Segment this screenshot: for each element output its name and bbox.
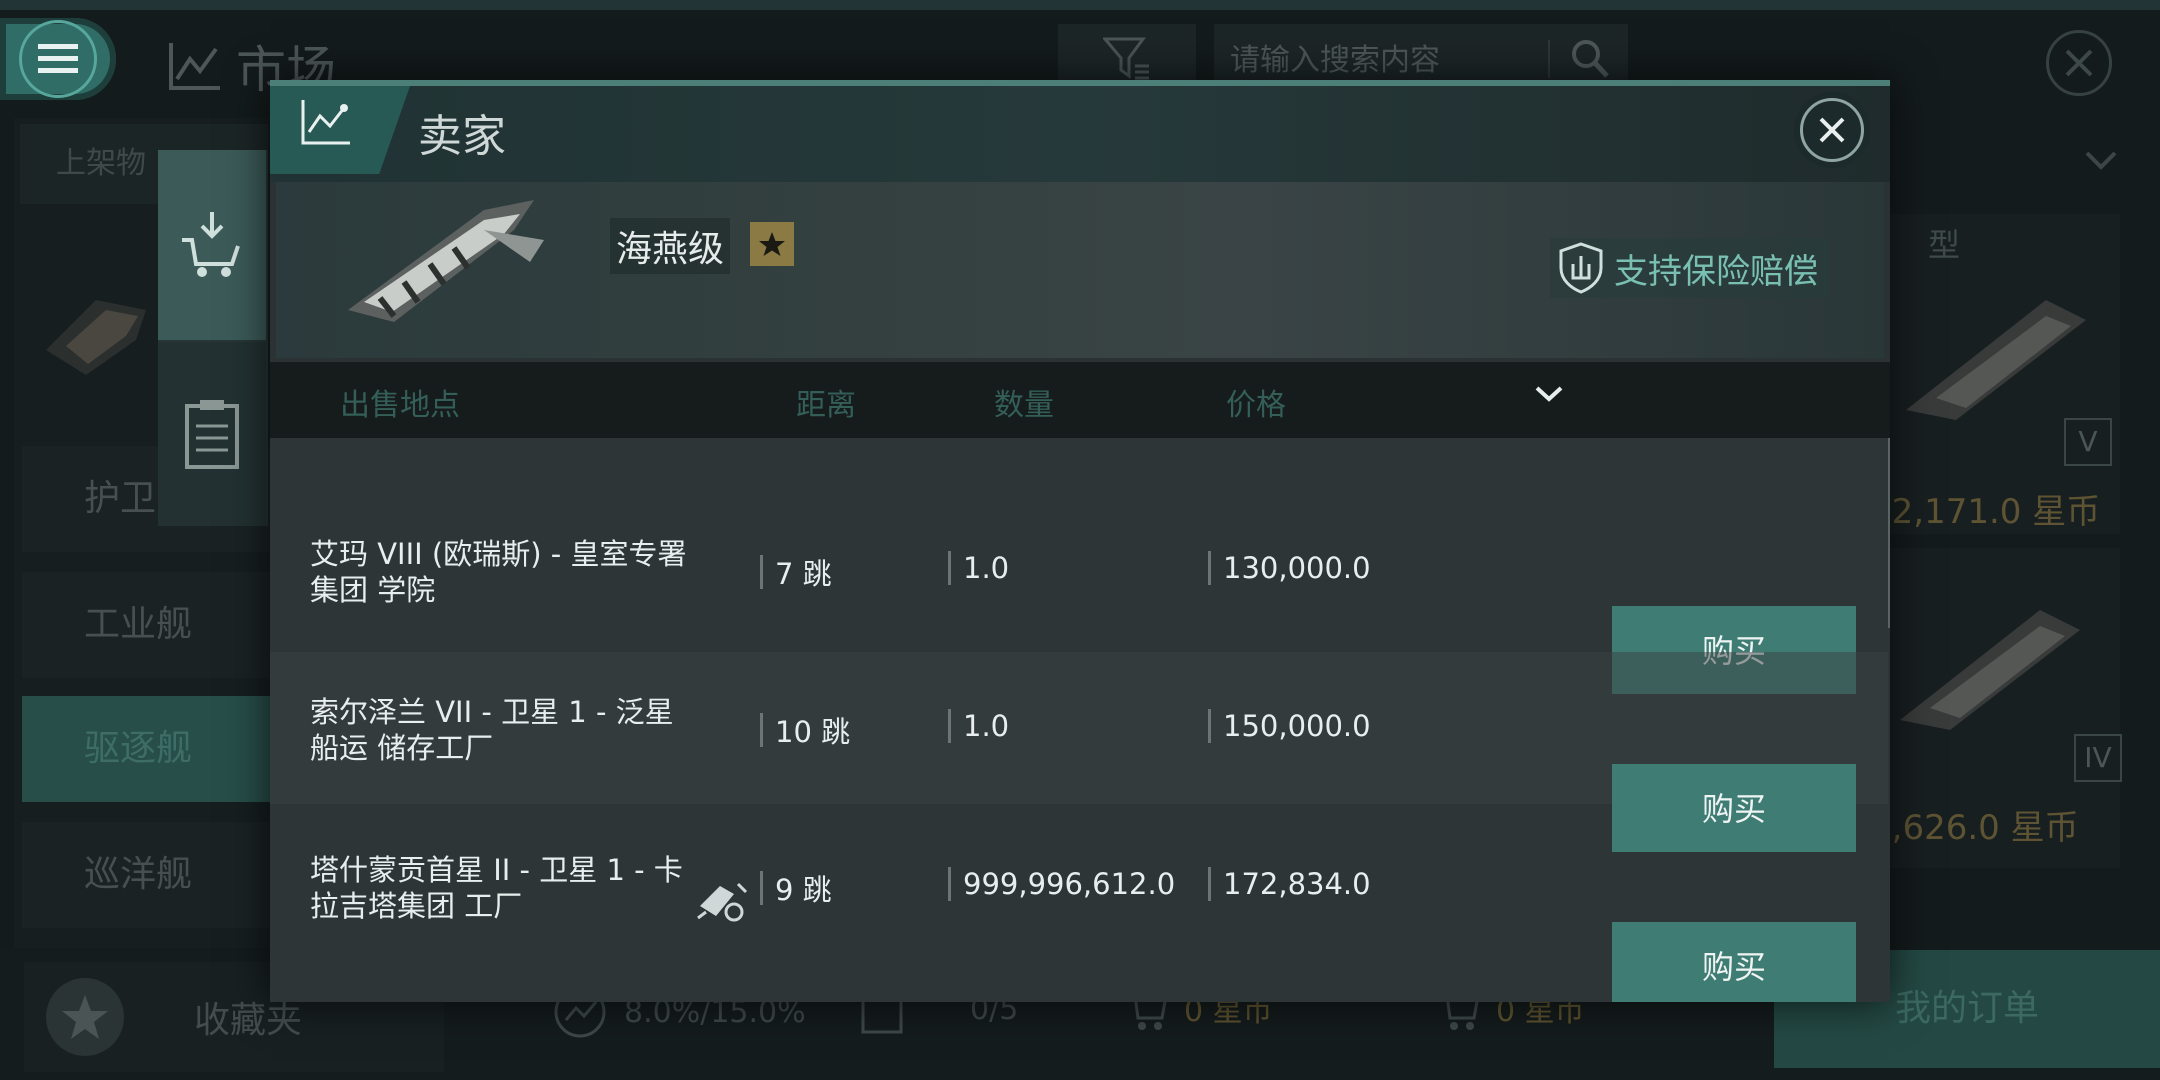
category-item-cruiser[interactable]: 巡洋舰 (22, 822, 270, 928)
ship-image (348, 200, 544, 322)
dialog-header (270, 86, 1890, 182)
row-quantity: 1.0 (948, 551, 1009, 585)
filter-icon (1103, 37, 1149, 80)
top-strip (0, 0, 2160, 10)
table-row: 索尔泽兰 VII - 卫星 1 - 泛星船运 储存工厂 10 跳 1.0 150… (270, 652, 1888, 852)
category-item-industrial[interactable]: 工业舰 (22, 572, 270, 678)
close-icon (2065, 49, 2093, 77)
tab-buy[interactable] (158, 150, 266, 340)
row-distance: 9 跳 (760, 867, 832, 909)
cart-download-icon (182, 212, 240, 277)
chevron-down-icon[interactable] (1534, 384, 1564, 404)
table-row: 艾玛 VIII (欧瑞斯) - 皇室专署集团 学院 7 跳 1.0 130,00… (270, 496, 1888, 694)
column-quantity[interactable]: 数量 (994, 380, 1054, 424)
table-header (270, 362, 1890, 438)
star-icon (759, 232, 785, 256)
seller-dialog: 卖家 海燕级 支持保险赔偿 出售地点 距离 数量 价格 艾玛 VIII (欧瑞斯… (270, 80, 1890, 1002)
column-location: 出售地点 (340, 388, 460, 423)
row-distance: 10 跳 (760, 709, 850, 751)
row-price: 130,000.0 (1208, 551, 1371, 585)
ship-price: 0,626.0 星币 (1870, 808, 2079, 848)
ship-price: 72,171.0 星币 (1870, 492, 2101, 532)
row-price: 172,834.0 (1208, 867, 1371, 901)
chart-icon (301, 100, 350, 145)
tier-badge: V (2064, 418, 2112, 466)
market-close-button[interactable] (2046, 30, 2112, 96)
close-icon (1819, 117, 1845, 143)
menu-button[interactable] (0, 18, 116, 100)
tab-orders[interactable] (158, 342, 266, 526)
insurance-label: 支持保险赔偿 (1614, 251, 1818, 292)
insurance-badge: 支持保险赔偿 (1550, 238, 1828, 298)
dialog-title: 卖家 (418, 111, 506, 162)
chevron-down-icon[interactable] (2084, 150, 2118, 172)
row-location: 索尔泽兰 VII - 卫星 1 - 泛星船运 储存工厂 (310, 695, 674, 765)
scrollbar[interactable] (1888, 438, 1890, 628)
row-quantity: 1.0 (948, 709, 1009, 743)
ship-type-label: 型 (1928, 226, 1961, 264)
search-icon[interactable] (1570, 38, 1610, 84)
search-divider (1548, 40, 1550, 78)
column-distance[interactable]: 距离 (796, 380, 856, 424)
clipboard-icon (185, 400, 239, 469)
row-location: 塔什蒙贡首星 II - 卫星 1 - 卡拉吉塔集团 工厂 (310, 853, 683, 923)
buy-button[interactable]: 购买 (1612, 922, 1856, 1002)
ship-image (1906, 300, 2086, 420)
menu-icon (19, 20, 97, 98)
row-price: 150,000.0 (1208, 709, 1371, 743)
star-icon (46, 978, 124, 1056)
ship-image (1900, 610, 2080, 730)
row-quantity: 999,996,612.0 (948, 867, 1175, 901)
item-name: 海燕级 (610, 218, 731, 274)
table-row: 塔什蒙贡首星 II - 卫星 1 - 卡拉吉塔集团 工厂 9 跳 999,996… (270, 810, 1888, 1002)
row-distance: 7 跳 (760, 551, 832, 593)
chart-icon (169, 43, 220, 90)
tier-badge: IV (2074, 734, 2122, 782)
dialog-close-button[interactable] (1800, 98, 1864, 162)
rocket-icon (697, 882, 748, 922)
ship-thumbnail (46, 300, 146, 375)
shield-icon (1559, 242, 1603, 294)
row-location: 艾玛 VIII (欧瑞斯) - 皇室专署集团 学院 (310, 537, 687, 607)
favorite-star-button[interactable] (750, 222, 794, 266)
column-price[interactable]: 价格 (1226, 380, 1286, 424)
category-item-destroyer[interactable]: 驱逐舰 (22, 696, 270, 802)
